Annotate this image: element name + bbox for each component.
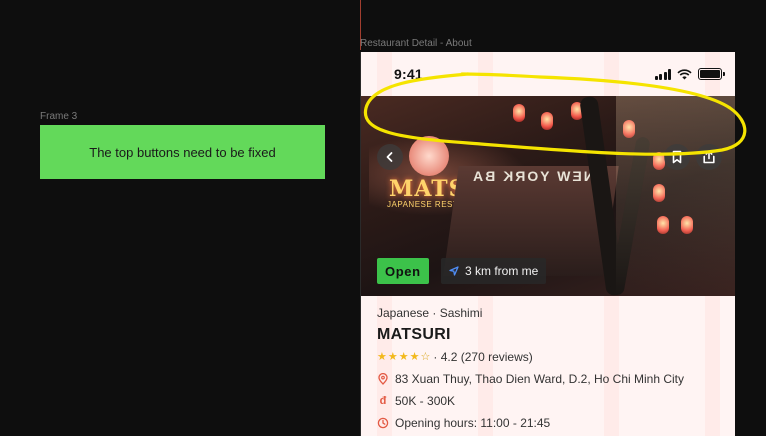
rating-text: · 4.2 (270 reviews)	[433, 350, 533, 364]
dong-currency-icon: đ	[379, 395, 387, 407]
back-button[interactable]	[377, 144, 403, 170]
price-row: đ 50K - 300K	[377, 394, 719, 408]
note-text: The top buttons need to be fixed	[89, 144, 276, 160]
open-status-badge: Open	[377, 258, 429, 284]
star-rating: ★ ★ ★ ★ ☆	[377, 350, 431, 363]
share-button[interactable]	[696, 144, 722, 170]
star-full-icon: ★	[398, 350, 409, 363]
status-icons	[654, 68, 725, 80]
star-full-icon: ★	[377, 350, 387, 363]
chevron-left-icon	[386, 152, 393, 162]
bookmark-button[interactable]	[664, 144, 690, 170]
phone-frame-label: Restaurant Detail - About	[360, 38, 472, 49]
note-frame[interactable]: The top buttons need to be fixed	[40, 125, 325, 179]
opening-hours-text: Opening hours: 11:00 - 21:45	[395, 416, 551, 430]
clock-icon	[377, 417, 389, 429]
cellular-signal-icon	[654, 68, 671, 80]
location-pin-icon	[378, 373, 388, 385]
battery-icon	[698, 68, 725, 80]
restaurant-info: Japanese · Sashimi MATSURI ★ ★ ★ ★ ☆ · 4…	[377, 306, 719, 430]
distance-label: 3 km from me	[465, 264, 539, 278]
address-text: 83 Xuan Thuy, Thao Dien Ward, D.2, Ho Ch…	[395, 372, 685, 386]
rating-row[interactable]: ★ ★ ★ ★ ☆ · 4.2 (270 reviews)	[377, 350, 719, 364]
share-icon	[703, 150, 715, 164]
status-bar: 9:41	[361, 52, 735, 96]
design-canvas: Frame 3 The top buttons need to be fixed…	[0, 0, 766, 436]
navigation-arrow-icon	[449, 266, 459, 276]
distance-badge[interactable]: 3 km from me	[441, 258, 547, 284]
lantern	[541, 112, 553, 130]
bookmark-icon	[672, 150, 682, 164]
address-row[interactable]: 83 Xuan Thuy, Thao Dien Ward, D.2, Ho Ch…	[377, 372, 719, 386]
restaurant-detail-screen: 9:41 MATSURI JAPANESE RESTAURANT NEW YOR…	[360, 52, 735, 436]
status-time: 9:41	[394, 66, 423, 82]
restaurant-category: Japanese · Sashimi	[377, 306, 483, 320]
star-full-icon: ★	[387, 350, 398, 363]
star-full-icon: ★	[409, 350, 420, 363]
frame3-label: Frame 3	[40, 111, 78, 122]
lantern	[513, 104, 525, 122]
opening-hours-row: Opening hours: 11:00 - 21:45	[377, 416, 719, 430]
hero-light-glow	[616, 96, 735, 296]
restaurant-name: MATSURI	[377, 326, 451, 343]
hero-logo-emblem	[409, 136, 449, 176]
wifi-icon	[677, 68, 692, 79]
hero-wall-text: NEW YORK BA	[471, 168, 594, 184]
star-empty-icon: ☆	[420, 350, 431, 363]
price-range-text: 50K - 300K	[395, 394, 456, 408]
